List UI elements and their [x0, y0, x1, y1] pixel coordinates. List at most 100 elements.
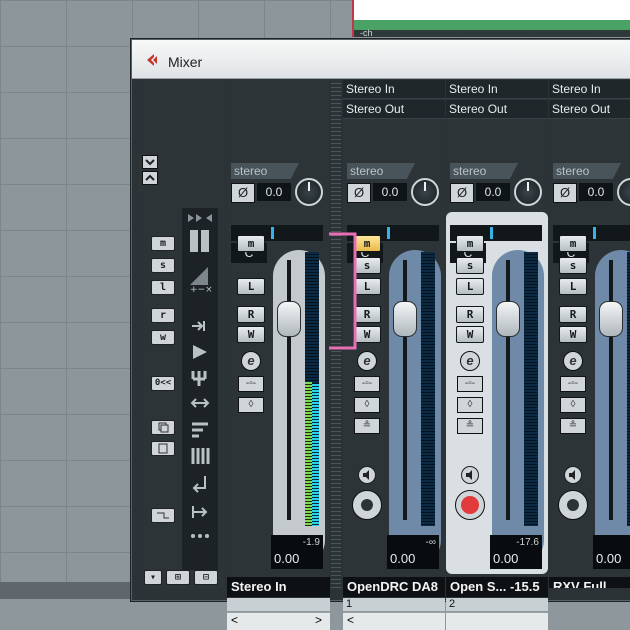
global-listen-button[interactable]: l	[151, 280, 175, 295]
eq-bars-icon[interactable]	[190, 420, 210, 440]
footer-down-button[interactable]: ▾	[144, 570, 162, 585]
global-mute-button[interactable]: m	[151, 236, 175, 251]
scroll-left-icon[interactable]: <	[231, 613, 238, 627]
play-icon[interactable]	[190, 343, 210, 361]
edit-channel-button[interactable]: e	[241, 351, 261, 371]
global-solo-button[interactable]: s	[151, 258, 175, 273]
horizontal-scrollbar[interactable]	[446, 612, 548, 630]
input-gain-value[interactable]: 0.0	[476, 183, 510, 201]
level-meter	[524, 252, 538, 526]
write-automation-button[interactable]: W	[559, 326, 587, 343]
write-automation-button[interactable]: W	[456, 326, 484, 343]
input-gain-value[interactable]: 0.0	[257, 183, 291, 201]
level-readout: 0.00	[593, 535, 630, 569]
expand-arrows-icon[interactable]	[186, 212, 214, 224]
insert-button[interactable]: -▫-	[457, 376, 483, 392]
collapse-up-button[interactable]	[142, 155, 158, 169]
solo-button[interactable]: s	[456, 257, 484, 274]
channel-name[interactable]: OpenDRC DA8	[343, 577, 445, 597]
volume-fader[interactable]	[393, 301, 417, 337]
fader-value[interactable]: 0.00	[390, 551, 415, 566]
phase-button[interactable]: Ø	[553, 183, 577, 203]
fader-value[interactable]: 0.00	[274, 551, 299, 566]
input-gain-value[interactable]: 0.0	[579, 183, 613, 201]
input-routing[interactable]: Stereo In	[549, 80, 630, 99]
footer-add-button[interactable]: ⊞	[166, 570, 190, 585]
insert-button[interactable]: -▫-	[354, 376, 380, 392]
edit-channel-button[interactable]: e	[563, 351, 583, 371]
channel-name[interactable]: Stereo In	[227, 577, 330, 597]
record-enable-button[interactable]	[558, 490, 588, 520]
record-enable-button[interactable]	[455, 490, 485, 520]
volume-fader[interactable]	[277, 301, 301, 337]
output-routing[interactable]: Stereo Out	[446, 100, 548, 119]
phase-button[interactable]: Ø	[347, 183, 371, 203]
input-icon[interactable]	[190, 318, 210, 334]
mute-button[interactable]: m	[237, 235, 265, 252]
title-bar[interactable]: Mixer	[132, 40, 630, 79]
stereo-width-icon[interactable]	[190, 395, 210, 411]
hide-channels-icon[interactable]: +−×	[188, 265, 212, 293]
output-icon[interactable]	[190, 503, 210, 521]
footer-view-button[interactable]: ⊟	[194, 570, 218, 585]
collapse-down-button[interactable]	[142, 171, 158, 185]
eq-button[interactable]: ◊	[354, 397, 380, 413]
input-gain-knob[interactable]	[617, 178, 630, 206]
paste-button[interactable]	[151, 441, 175, 456]
output-routing[interactable]: Stereo Out	[343, 100, 445, 119]
tuner-icon[interactable]	[190, 369, 210, 387]
read-automation-button[interactable]: R	[456, 306, 484, 323]
phase-button[interactable]: Ø	[450, 183, 474, 203]
input-gain-value[interactable]: 0.0	[373, 183, 407, 201]
edit-channel-button[interactable]: e	[460, 351, 480, 371]
insert-button[interactable]: -▫-	[560, 376, 586, 392]
read-automation-button[interactable]: R	[559, 306, 587, 323]
read-automation-button[interactable]: R	[237, 306, 265, 323]
channel-name[interactable]: RXV Full	[549, 577, 630, 588]
copy-button[interactable]	[151, 420, 175, 435]
eq-button[interactable]: ◊	[457, 397, 483, 413]
write-automation-button[interactable]: W	[237, 326, 265, 343]
routing-button[interactable]	[151, 508, 175, 523]
volume-fader[interactable]	[599, 301, 623, 337]
phase-button[interactable]: Ø	[231, 183, 255, 203]
global-write-button[interactable]: w	[151, 330, 175, 345]
monitor-button[interactable]	[461, 466, 479, 484]
monitor-button[interactable]	[564, 466, 582, 484]
mute-button[interactable]: m	[559, 235, 587, 252]
fader-value[interactable]: 0.00	[596, 551, 621, 566]
horizontal-scrollbar[interactable]: <	[343, 612, 445, 630]
edit-channel-button[interactable]: e	[357, 351, 377, 371]
volume-fader[interactable]	[496, 301, 520, 337]
listen-button[interactable]: L	[456, 278, 484, 295]
eq-button[interactable]: ◊	[560, 397, 586, 413]
global-read-button[interactable]: r	[151, 308, 175, 323]
return-icon[interactable]	[190, 474, 210, 494]
input-gain-knob[interactable]	[295, 178, 323, 206]
eq-button[interactable]: ◊	[238, 397, 264, 413]
send-button[interactable]: ≗	[354, 418, 380, 434]
channel-name[interactable]: Open S... -15.5	[446, 577, 548, 597]
output-routing[interactable]: Stereo Out	[549, 100, 630, 119]
input-routing[interactable]: Stereo In	[343, 80, 445, 99]
horizontal-scrollbar[interactable]: < >	[227, 612, 330, 630]
input-gain-knob[interactable]	[411, 178, 439, 206]
solo-button[interactable]: s	[559, 257, 587, 274]
input-routing[interactable]: Stereo In	[446, 80, 548, 99]
input-gain-knob[interactable]	[514, 178, 542, 206]
send-button[interactable]: ≗	[457, 418, 483, 434]
insert-button[interactable]: -▫-	[238, 376, 264, 392]
scroll-left-icon[interactable]: <	[347, 613, 354, 627]
listen-button[interactable]: L	[237, 278, 265, 295]
reset-mixer-button[interactable]: 0<<	[151, 376, 175, 391]
scroll-right-icon[interactable]: >	[315, 613, 322, 627]
mute-button[interactable]: m	[456, 235, 484, 252]
send-button[interactable]: ≗	[560, 418, 586, 434]
keyboard-icon[interactable]	[190, 446, 210, 466]
channel-view-icon[interactable]	[188, 228, 212, 254]
fader-value[interactable]: 0.00	[493, 551, 518, 566]
monitor-button[interactable]	[358, 466, 376, 484]
listen-button[interactable]: L	[559, 278, 587, 295]
record-enable-button[interactable]	[352, 490, 382, 520]
more-dots-icon[interactable]	[188, 531, 212, 541]
